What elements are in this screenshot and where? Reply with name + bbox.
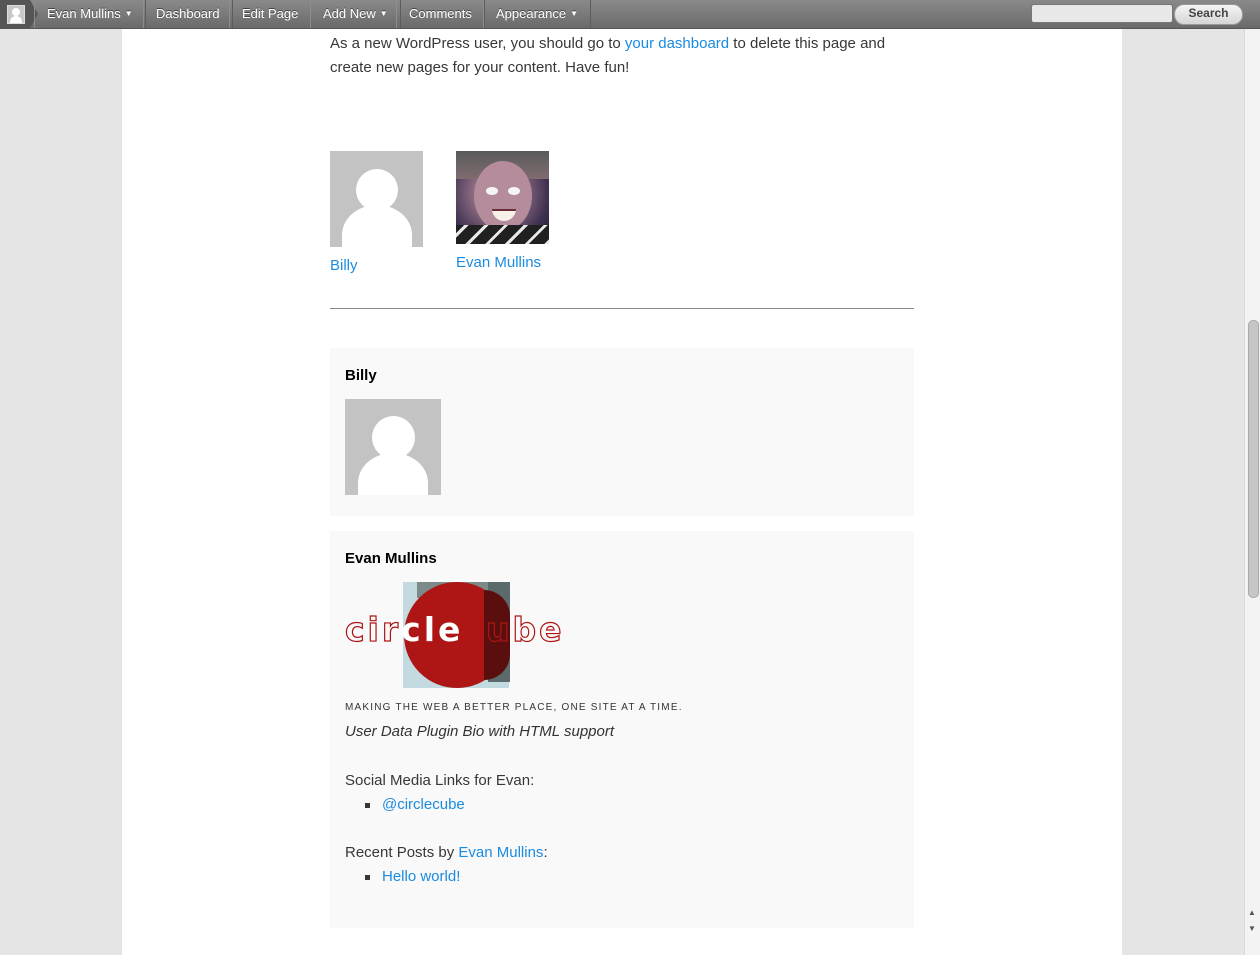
page-content: As a new WordPress user, you should go t… (122, 28, 1122, 955)
wp-avatar-icon[interactable] (0, 0, 30, 28)
chevron-down-icon: ▼ (570, 9, 579, 18)
chevron-down-icon: ▼ (379, 9, 388, 18)
author-card-evan: Evan Mullins circlecube MAKING THE WEB A… (330, 531, 914, 928)
author-thumb-billy: Billy (330, 151, 423, 274)
author-link-evan[interactable]: Evan Mullins (456, 254, 549, 271)
author-thumb-evan: Evan Mullins (456, 151, 549, 271)
default-avatar-icon[interactable] (330, 151, 423, 247)
intro-paragraph: As a new WordPress user, you should go t… (330, 35, 886, 76)
admin-comments[interactable]: Comments (396, 0, 485, 28)
dashboard-link[interactable]: your dashboard (625, 35, 729, 52)
scroll-up-icon[interactable]: ▲ (1248, 908, 1256, 917)
author-photo[interactable] (456, 151, 549, 244)
circlecube-logo: circlecube (344, 582, 590, 688)
admin-user-menu[interactable]: Evan Mullins ▼ (34, 0, 146, 28)
admin-search-input[interactable] (1031, 4, 1173, 23)
recent-author-link[interactable]: Evan Mullins (458, 844, 543, 861)
chevron-down-icon: ▼ (124, 9, 133, 18)
admin-bar: Evan Mullins ▼ Dashboard Edit Page Add Ne… (0, 0, 1260, 29)
admin-add-new[interactable]: Add New ▼ (310, 0, 401, 28)
recent-posts-label: Recent Posts by Evan Mullins: (345, 844, 548, 861)
vertical-scrollbar[interactable]: ▲ ▼ (1244, 28, 1260, 955)
admin-search-button[interactable]: Search (1174, 4, 1243, 25)
logo-tagline: MAKING THE WEB A BETTER PLACE, ONE SITE … (345, 702, 683, 713)
social-link-twitter[interactable]: @circlecube (382, 796, 465, 813)
author-bio: User Data Plugin Bio with HTML support (345, 723, 615, 740)
author-link-billy[interactable]: Billy (330, 257, 423, 274)
bullet (365, 803, 370, 808)
bullet (365, 875, 370, 880)
scrollbar-thumb[interactable] (1248, 320, 1259, 598)
admin-dashboard[interactable]: Dashboard (143, 0, 233, 28)
author-card-name: Billy (345, 367, 377, 384)
divider (330, 308, 914, 309)
recent-post-link[interactable]: Hello world! (382, 868, 460, 885)
scroll-down-icon[interactable]: ▼ (1248, 924, 1256, 933)
social-label: Social Media Links for Evan: (345, 772, 535, 789)
admin-appearance[interactable]: Appearance ▼ (483, 0, 592, 28)
admin-edit-page[interactable]: Edit Page (229, 0, 312, 28)
default-avatar-icon (345, 399, 441, 495)
author-card-name: Evan Mullins (345, 550, 437, 567)
author-card-billy: Billy (330, 348, 914, 516)
